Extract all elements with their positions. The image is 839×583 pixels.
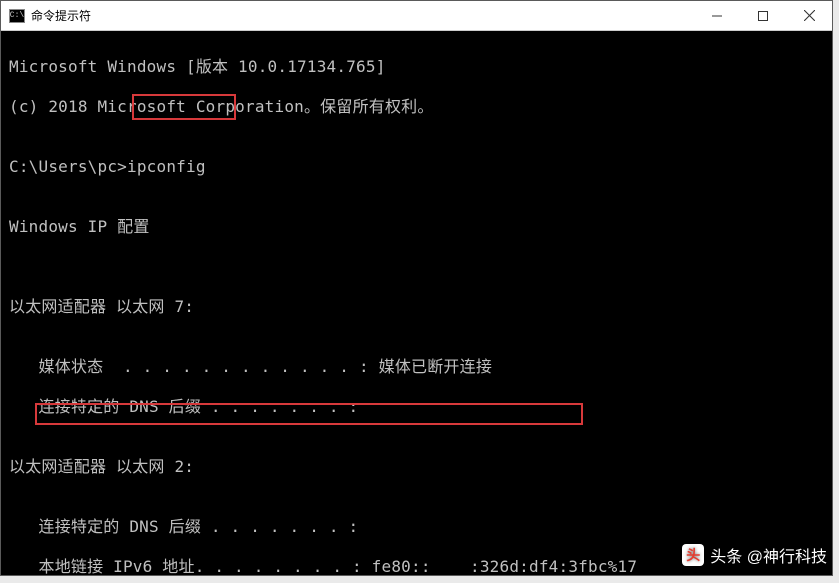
output-line: 连接特定的 DNS 后缀 . . . . . . . : [9, 517, 824, 537]
output-line: (c) 2018 Microsoft Corporation。保留所有权利。 [9, 97, 824, 117]
output-line: 媒体状态 . . . . . . . . . . . . : 媒体已断开连接 [9, 357, 824, 377]
watermark: 头 头条 @神行科技 [682, 543, 827, 567]
output-line: Windows IP 配置 [9, 217, 824, 237]
terminal-output[interactable]: Microsoft Windows [版本 10.0.17134.765] (c… [1, 31, 832, 575]
minimize-button[interactable] [694, 1, 740, 30]
output-line: Microsoft Windows [版本 10.0.17134.765] [9, 57, 824, 77]
window-title: 命令提示符 [31, 7, 694, 24]
output-line: 以太网适配器 以太网 2: [9, 457, 824, 477]
cmd-icon: C:\ [9, 9, 25, 23]
maximize-button[interactable] [740, 1, 786, 30]
title-bar: C:\ 命令提示符 [1, 1, 832, 31]
watermark-text: 头条 @神行科技 [710, 543, 827, 567]
output-line: 连接特定的 DNS 后缀 . . . . . . . : [9, 397, 824, 417]
window-controls [694, 1, 832, 30]
close-button[interactable] [786, 1, 832, 30]
command-prompt-window: C:\ 命令提示符 Microsoft Windows [版本 10.0.171… [0, 0, 833, 576]
output-line: 以太网适配器 以太网 7: [9, 297, 824, 317]
prompt-line: C:\Users\pc>ipconfig [9, 157, 824, 177]
toutiao-icon: 头 [682, 544, 704, 566]
